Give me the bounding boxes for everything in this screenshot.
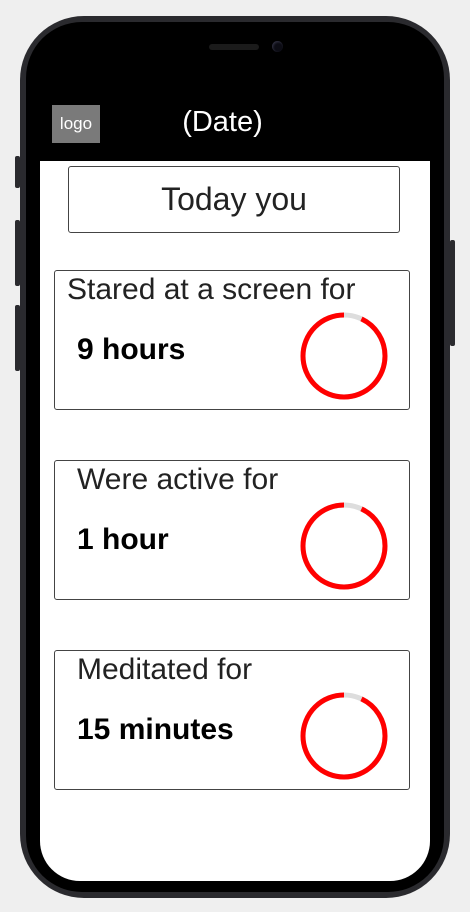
mute-switch [15, 156, 20, 188]
stat-value: 15 minutes [77, 713, 234, 746]
active-time-card[interactable]: Were active for 1 hour [54, 460, 410, 600]
meditation-card[interactable]: Meditated for 15 minutes [54, 650, 410, 790]
stat-value: 9 hours [77, 333, 186, 366]
speaker-grille [209, 44, 259, 50]
app-screen: Today you Stared at a screen for 9 hours… [40, 161, 430, 881]
progress-ring-icon [300, 502, 388, 590]
progress-ring-icon [300, 692, 388, 780]
stat-label: Were active for [77, 463, 279, 496]
stat-label: Stared at a screen for [67, 273, 356, 306]
stat-label: Meditated for [77, 653, 253, 686]
front-camera [272, 41, 283, 52]
progress-ring-icon [300, 312, 388, 400]
today-heading: Today you [68, 166, 400, 233]
volume-down-button [15, 305, 20, 371]
screen-time-card[interactable]: Stared at a screen for 9 hours [54, 270, 410, 410]
stat-value: 1 hour [77, 523, 169, 556]
logo-text: logo [59, 114, 93, 133]
volume-up-button [15, 220, 20, 286]
power-button [450, 240, 455, 346]
logo: logo [52, 105, 100, 143]
date-title: (Date) [182, 106, 263, 138]
